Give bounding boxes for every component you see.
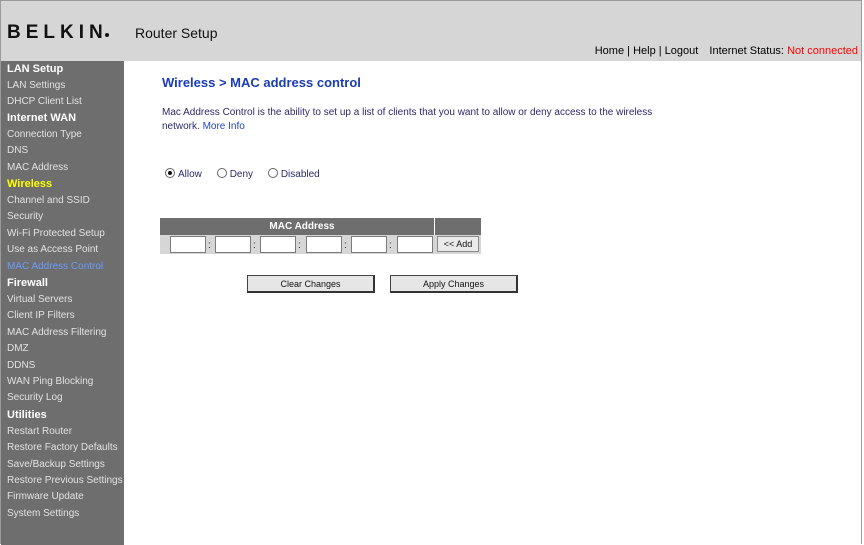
sidebar-item-security[interactable]: Security [7, 211, 43, 222]
deny-radio-label[interactable]: Deny [230, 169, 253, 180]
header-bar: BELKIN Router Setup Home | Help | Logout… [1, 1, 861, 61]
mac-octet-4-input[interactable] [306, 236, 342, 253]
belkin-logo: BELKIN [7, 22, 109, 43]
mac-colon: : [298, 240, 301, 251]
sidebar-item-dns[interactable]: DNS [7, 145, 28, 156]
mac-octet-3-input[interactable] [260, 236, 296, 253]
sidebar-item-client-ip-filters[interactable]: Client IP Filters [7, 310, 75, 321]
sidebar-item-restart-router[interactable]: Restart Router [7, 426, 72, 437]
sidebar-item-save-backup-settings[interactable]: Save/Backup Settings [7, 459, 105, 470]
mac-octet-6-input[interactable] [397, 236, 433, 253]
main-content: Wireless > MAC address control Mac Addre… [124, 61, 861, 545]
sidebar-section-internet-wan[interactable]: Internet WAN [7, 112, 76, 124]
sidebar-item-mac-address-control[interactable]: MAC Address Control [7, 261, 103, 272]
mac-address-header: MAC Address [269, 221, 335, 232]
sidebar-item-security-log[interactable]: Security Log [7, 392, 63, 403]
sidebar-item-system-settings[interactable]: System Settings [7, 508, 79, 519]
mac-colon: : [389, 240, 392, 251]
sidebar-item-use-as-access-point[interactable]: Use as Access Point [7, 244, 98, 255]
table-divider [434, 218, 435, 235]
mac-colon: : [253, 240, 256, 251]
apply-changes-button[interactable]: Apply Changes [390, 275, 518, 293]
app-title: Router Setup [135, 25, 218, 41]
home-link[interactable]: Home [595, 45, 624, 57]
mac-colon: : [344, 240, 347, 251]
sidebar-item-restore-previous-settings[interactable]: Restore Previous Settings [7, 475, 123, 486]
sidebar-section-lan-setup[interactable]: LAN Setup [7, 63, 63, 75]
disabled-radio-label[interactable]: Disabled [281, 169, 320, 180]
sidebar-menu: LAN Setup LAN Settings DHCP Client List … [1, 61, 124, 545]
sidebar-item-dmz[interactable]: DMZ [7, 343, 29, 354]
mac-colon: : [208, 240, 211, 251]
sidebar-section-wireless[interactable]: Wireless [7, 178, 52, 190]
router-setup-window: BELKIN Router Setup Home | Help | Logout… [0, 0, 862, 545]
sidebar-item-virtual-servers[interactable]: Virtual Servers [7, 294, 72, 305]
add-mac-button[interactable]: << Add [437, 236, 479, 252]
sidebar-section-utilities[interactable]: Utilities [7, 409, 47, 421]
page-description: Mac Address Control is the ability to se… [162, 106, 662, 134]
internet-status-label: Internet Status: [709, 45, 784, 57]
more-info-link[interactable]: More Info [203, 121, 245, 132]
sidebar-item-channel-and-ssid[interactable]: Channel and SSID [7, 195, 90, 206]
sidebar-item-mac-address-filtering[interactable]: MAC Address Filtering [7, 327, 106, 338]
allow-radio-label[interactable]: Allow [178, 169, 202, 180]
mac-octet-5-input[interactable] [351, 236, 387, 253]
sidebar-section-firewall[interactable]: Firewall [7, 277, 48, 289]
top-navigation: Home | Help | Logout Internet Status: No… [595, 45, 858, 57]
deny-radio[interactable] [216, 168, 227, 178]
sidebar-item-firmware-update[interactable]: Firmware Update [7, 491, 84, 502]
sidebar-item-wifi-protected-setup[interactable]: Wi-Fi Protected Setup [7, 228, 105, 239]
mac-control-mode-radios: Allow Deny Disabled [165, 168, 332, 180]
logout-link[interactable]: Logout [665, 45, 699, 57]
sidebar-item-lan-settings[interactable]: LAN Settings [7, 80, 65, 91]
clear-changes-button[interactable]: Clear Changes [247, 275, 375, 293]
mac-octet-1-input[interactable] [170, 236, 206, 253]
sidebar-item-mac-address[interactable]: MAC Address [7, 162, 68, 173]
disabled-radio[interactable] [267, 168, 278, 178]
sidebar-item-ddns[interactable]: DDNS [7, 360, 35, 371]
nav-separator: | [627, 45, 630, 57]
allow-radio[interactable] [165, 168, 175, 178]
sidebar-item-connection-type[interactable]: Connection Type [7, 129, 82, 140]
mac-octet-2-input[interactable] [215, 236, 251, 253]
page-title: Wireless > MAC address control [162, 75, 361, 90]
help-link[interactable]: Help [633, 45, 656, 57]
nav-separator: | [658, 45, 662, 57]
sidebar-item-wan-ping-blocking[interactable]: WAN Ping Blocking [7, 376, 93, 387]
mac-address-input-row: : : : : : << Add [160, 235, 481, 254]
mac-address-table: MAC Address : : : : : << Add [160, 218, 481, 254]
internet-status-value: Not connected [787, 45, 858, 57]
sidebar-item-restore-factory-defaults[interactable]: Restore Factory Defaults [7, 442, 118, 453]
sidebar-item-dhcp-client-list[interactable]: DHCP Client List [7, 96, 82, 107]
logo-dot-icon [104, 33, 109, 37]
